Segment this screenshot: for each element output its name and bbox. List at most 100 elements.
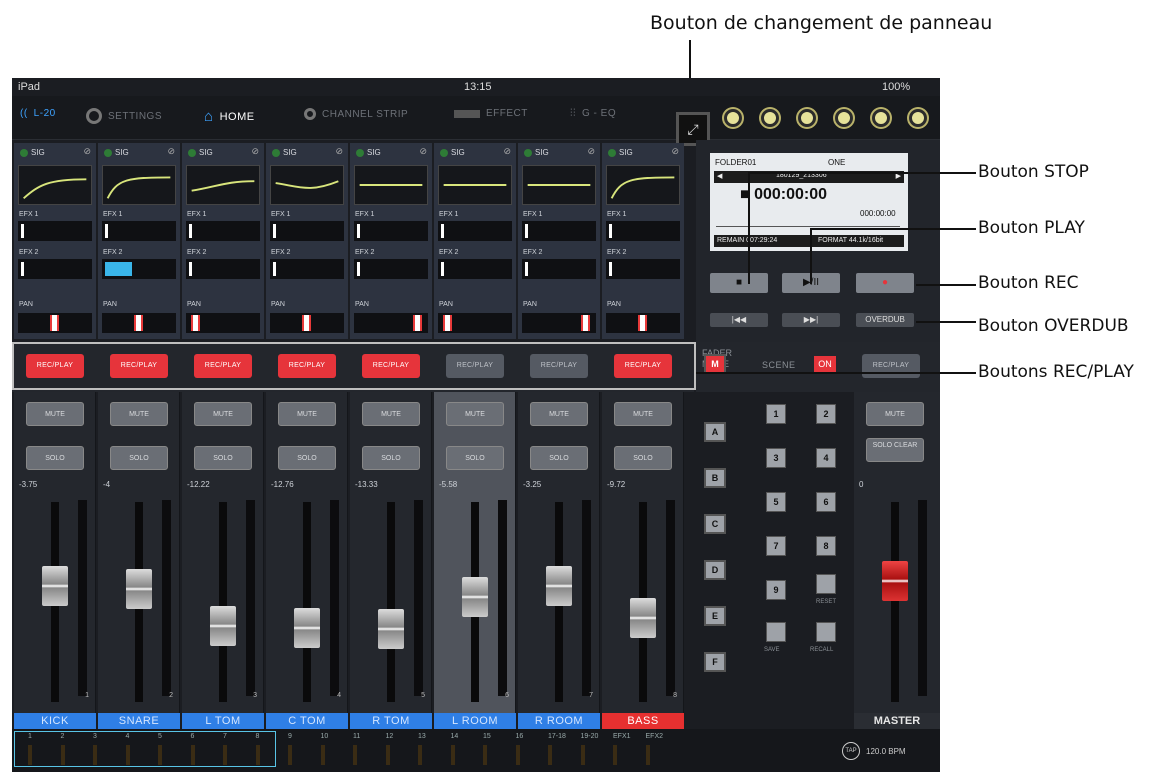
solo-button[interactable]: SOLO [614,446,672,470]
mute-button[interactable]: MUTE [446,402,504,426]
eq-curve-display[interactable] [186,165,260,205]
pan-control[interactable] [270,313,344,333]
efx2-send[interactable] [606,259,680,279]
pan-control[interactable] [522,313,596,333]
master-mute-button[interactable]: MUTE [866,402,924,426]
fader-mode-c-button[interactable]: C [704,514,726,534]
solo-button[interactable]: SOLO [278,446,336,470]
pan-control[interactable] [354,313,428,333]
efx1-send[interactable] [102,221,176,241]
link-icon[interactable]: ⊘ [419,146,427,157]
efx1-send[interactable] [438,221,512,241]
pan-control[interactable] [438,313,512,333]
nav-settings[interactable]: SETTINGS [86,108,162,124]
link-icon[interactable]: ⊘ [503,146,511,157]
scene-3-button[interactable]: 3 [766,448,786,468]
fader-cap[interactable] [294,608,320,648]
scene-7-button[interactable]: 7 [766,536,786,556]
solo-button[interactable]: SOLO [194,446,252,470]
eq-curve-display[interactable] [18,165,92,205]
mute-button[interactable]: MUTE [614,402,672,426]
scene-on-button[interactable]: ON [814,356,836,372]
solo-button[interactable]: SOLO [362,446,420,470]
scene-save-button[interactable] [766,622,786,642]
link-icon[interactable]: ⊘ [335,146,343,157]
link-icon[interactable]: ⊘ [83,146,91,157]
mute-button[interactable]: MUTE [194,402,252,426]
send-knob-b[interactable] [761,109,779,127]
solo-button[interactable]: SOLO [446,446,504,470]
fader-cap[interactable] [42,566,68,606]
scene-8-button[interactable]: 8 [816,536,836,556]
nav-channel-strip[interactable]: CHANNEL STRIP [304,108,408,120]
eq-curve-display[interactable] [270,165,344,205]
efx1-send[interactable] [606,221,680,241]
fast-forward-button[interactable]: ▶▶| [782,313,840,327]
fader-mode-a-button[interactable]: A [704,422,726,442]
eq-curve-display[interactable] [354,165,428,205]
mute-button[interactable]: MUTE [26,402,84,426]
efx1-send[interactable] [354,221,428,241]
scene-4-button[interactable]: 4 [816,448,836,468]
scene-5-button[interactable]: 5 [766,492,786,512]
mute-button[interactable]: MUTE [110,402,168,426]
nav-effect[interactable]: EFFECT [454,108,528,119]
scene-recall-button[interactable] [816,622,836,642]
scene-2-button[interactable]: 2 [816,404,836,424]
efx2-send[interactable] [270,259,344,279]
fader-cap[interactable] [546,566,572,606]
scene-1-button[interactable]: 1 [766,404,786,424]
stop-button[interactable]: ■ [710,273,768,293]
link-icon[interactable]: ⊘ [587,146,595,157]
tap-tempo[interactable]: TAP 120.0 BPM [842,742,906,760]
eq-curve-display[interactable] [438,165,512,205]
pan-control[interactable] [18,313,92,333]
nav-brand[interactable]: ((L-20 [20,108,56,119]
efx1-send[interactable] [18,221,92,241]
send-knob-f[interactable] [909,109,927,127]
efx2-send[interactable] [354,259,428,279]
efx2-send[interactable] [186,259,260,279]
efx1-send[interactable] [522,221,596,241]
solo-button[interactable]: SOLO [110,446,168,470]
efx2-send[interactable] [522,259,596,279]
meter-bank-selection[interactable] [14,731,276,767]
fader-cap[interactable] [378,609,404,649]
fader-mode-m-button[interactable]: M [704,354,726,374]
nav-home[interactable]: ⌂ HOME [204,108,255,125]
link-icon[interactable]: ⊘ [251,146,259,157]
efx1-send[interactable] [186,221,260,241]
mute-button[interactable]: MUTE [278,402,336,426]
pan-control[interactable] [102,313,176,333]
mute-button[interactable]: MUTE [530,402,588,426]
fader-cap[interactable] [630,598,656,638]
link-icon[interactable]: ⊘ [167,146,175,157]
scene-6-button[interactable]: 6 [816,492,836,512]
prev-file-icon[interactable]: ◀ [717,172,722,180]
nav-geq[interactable]: ⫶⫶ G - EQ [570,108,616,119]
mute-button[interactable]: MUTE [362,402,420,426]
master-recplay-button[interactable]: REC/PLAY [862,354,920,378]
solo-clear-button[interactable]: SOLO CLEAR [866,438,924,462]
rec-button[interactable]: ● [856,273,914,293]
eq-curve-display[interactable] [606,165,680,205]
solo-button[interactable]: SOLO [530,446,588,470]
tap-button[interactable]: TAP [842,742,860,760]
send-knob-a[interactable] [724,109,742,127]
overdub-button[interactable]: OVERDUB [856,313,914,327]
fader-mode-f-button[interactable]: F [704,652,726,672]
send-knob-c[interactable] [798,109,816,127]
eq-curve-display[interactable] [102,165,176,205]
fader-cap[interactable] [462,577,488,617]
send-knob-e[interactable] [872,109,890,127]
position-bar[interactable] [716,221,900,227]
eq-curve-display[interactable] [522,165,596,205]
fader-cap[interactable] [210,606,236,646]
fader-mode-e-button[interactable]: E [704,606,726,626]
rewind-button[interactable]: |◀◀ [710,313,768,327]
pan-control[interactable] [186,313,260,333]
scene-reset-button[interactable] [816,574,836,594]
fader-mode-b-button[interactable]: B [704,468,726,488]
efx2-send[interactable] [438,259,512,279]
solo-button[interactable]: SOLO [26,446,84,470]
